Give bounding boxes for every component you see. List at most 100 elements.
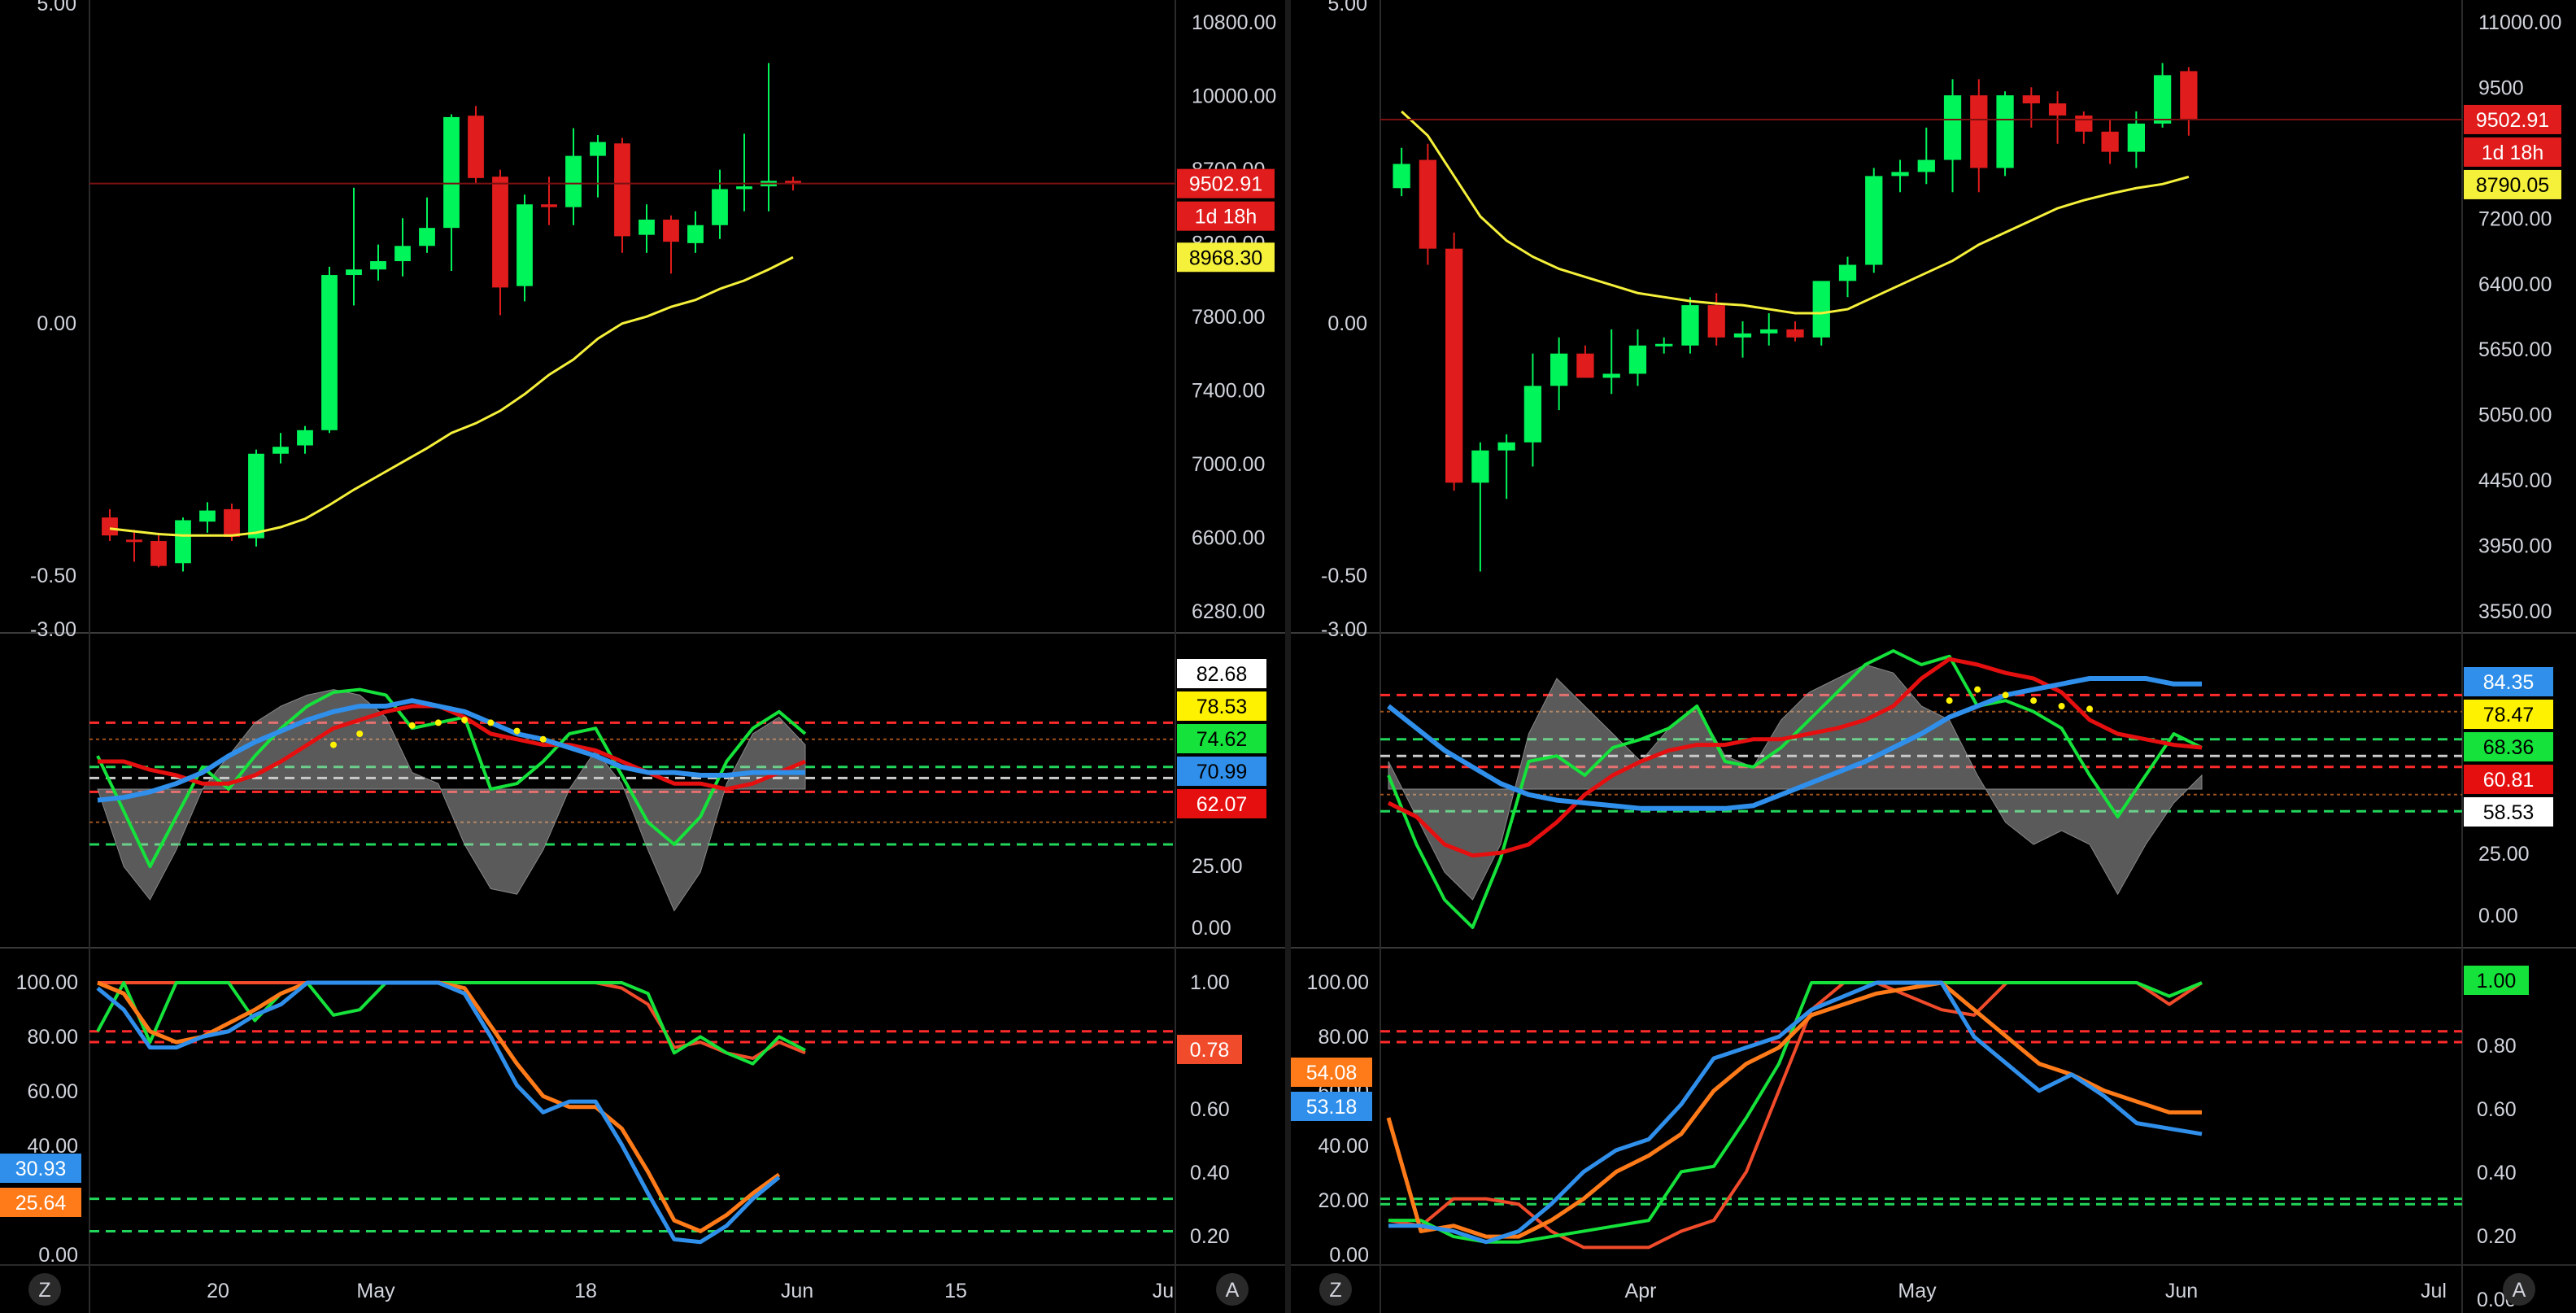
chart-canvas-left[interactable]: 5.000.00-0.50-3.0010800.0010000.008700.0… <box>0 0 1285 1313</box>
time-axis-label: Jun <box>2165 1280 2198 1302</box>
stoch-orangered-line <box>98 981 806 1060</box>
osc-tag: 62.07 <box>1196 793 1248 816</box>
candle-body <box>1550 353 1568 386</box>
candle-body <box>2075 115 2093 132</box>
candle-body <box>663 219 679 242</box>
candle-body <box>712 189 728 225</box>
osc-dot <box>487 719 495 726</box>
osc-dot <box>2030 697 2038 704</box>
candle-body <box>1891 172 1909 177</box>
left-scale-label: 0.00 <box>1327 312 1367 335</box>
stoch-right-label: 0.60 <box>2477 1098 2517 1121</box>
candle-body <box>1681 305 1699 346</box>
auto-scale-label: A <box>1226 1279 1240 1302</box>
timer-tag: 1d 18h <box>2482 142 2543 164</box>
candle-body <box>1943 95 1962 160</box>
osc-dot <box>513 727 521 735</box>
stoch-right-label: 0.20 <box>1190 1225 1230 1248</box>
stoch-left-tag: 53.18 <box>1306 1096 1358 1119</box>
stoch-left-label: 20.00 <box>1318 1189 1369 1212</box>
candle-body <box>1970 95 1988 168</box>
candle-body <box>1996 95 2014 168</box>
price-scale-label: 5050.00 <box>2478 404 2552 427</box>
auto-scale-label: A <box>2513 1279 2526 1302</box>
candle-body <box>175 520 191 564</box>
candle-body <box>394 246 411 262</box>
stoch-tag: 0.78 <box>1190 1039 1230 1062</box>
candle-body <box>419 228 435 246</box>
time-axis-label: 20 <box>207 1280 229 1302</box>
candle-body <box>614 143 630 237</box>
moving-average-line <box>1401 110 2190 315</box>
chart-pane-left[interactable]: 5.000.00-0.50-3.0010800.0010000.008700.0… <box>0 0 1285 1313</box>
candle-body <box>126 539 142 543</box>
osc-shaded-area <box>1388 664 2203 901</box>
chart-pane-right[interactable]: 5.000.00-0.50-3.0011000.0095008000.00720… <box>1291 0 2576 1313</box>
chart-canvas-right[interactable]: 5.000.00-0.50-3.0011000.0095008000.00720… <box>1291 0 2576 1313</box>
stoch-left-tag: 30.93 <box>15 1158 67 1180</box>
candle-body <box>150 541 167 566</box>
moving-average-line <box>109 255 794 537</box>
candle-body <box>1786 329 1804 338</box>
stoch-blue-line <box>96 980 781 1245</box>
stoch-left-label: 80.00 <box>27 1026 78 1049</box>
stoch-right-label: 0.80 <box>2477 1035 2517 1058</box>
candle-body <box>272 447 289 454</box>
stoch-left-label: 100.00 <box>16 971 78 994</box>
left-scale-label: -3.00 <box>1321 618 1367 641</box>
price-scale-label: 7000.00 <box>1192 453 1265 476</box>
candle-body <box>517 204 533 286</box>
price-scale-label: 7200.00 <box>2478 207 2552 230</box>
osc-tag: 82.68 <box>1196 663 1248 686</box>
candle-body <box>1393 164 1410 189</box>
time-axis-label: May <box>1898 1280 1937 1302</box>
candle-body <box>1445 248 1463 483</box>
osc-tag: 68.36 <box>2483 736 2535 759</box>
price-scale-label: 3950.00 <box>2478 535 2552 558</box>
candle-body <box>1471 450 1489 483</box>
time-axis-label: 15 <box>944 1280 967 1302</box>
price-scale-label: 11000.00 <box>2478 11 2561 34</box>
time-axis-label: 18 <box>574 1280 597 1302</box>
osc-dot <box>2002 691 2009 699</box>
candle-body <box>1576 353 1594 378</box>
candle-body <box>1760 329 1778 334</box>
candle-body <box>1497 442 1515 451</box>
candle-body <box>2101 131 2119 152</box>
left-scale-label: -0.50 <box>1321 565 1367 587</box>
price-scale-label: 9500 <box>2478 76 2524 99</box>
candle-body <box>541 204 557 207</box>
candle-body <box>443 116 460 229</box>
osc-scale-label: 0.00 <box>1192 917 1231 940</box>
candle-body <box>590 142 606 156</box>
candle-body <box>370 261 386 270</box>
candle-body <box>1628 345 1647 374</box>
price-scale-label: 5650.00 <box>2478 338 2552 361</box>
stoch-left-label: 100.00 <box>1307 971 1369 994</box>
time-axis-label: Ju <box>1153 1280 1174 1302</box>
time-axis-label: Jun <box>781 1280 813 1302</box>
candle-body <box>736 186 752 190</box>
time-axis-label: Apr <box>1625 1280 1657 1302</box>
candle-body <box>224 508 240 537</box>
price-scale-label: 7400.00 <box>1192 380 1265 403</box>
candle-body <box>346 269 362 276</box>
osc-tag: 58.53 <box>2483 801 2535 824</box>
left-scale-label: 5.00 <box>1327 0 1367 15</box>
pane-splitter[interactable] <box>1285 0 1291 1313</box>
candle-body <box>199 510 216 522</box>
candle-body <box>565 155 582 207</box>
candle-body <box>1733 333 1752 338</box>
timer-tag: 1d 18h <box>1195 206 1257 229</box>
price-tag: 9502.91 <box>2476 109 2549 132</box>
left-scale-label: -0.50 <box>30 565 76 587</box>
stoch-left-label: 40.00 <box>1318 1135 1369 1158</box>
candle-body <box>1602 373 1620 378</box>
stoch-left-label: 60.00 <box>27 1080 78 1103</box>
osc-tag: 78.47 <box>2483 704 2535 726</box>
stoch-right-label: 0.40 <box>2477 1162 2517 1184</box>
candle-body <box>297 430 313 446</box>
zoom-button-label: Z <box>1329 1279 1341 1302</box>
stoch-green-line <box>96 981 806 1066</box>
price-scale-label: 10800.00 <box>1192 11 1276 34</box>
